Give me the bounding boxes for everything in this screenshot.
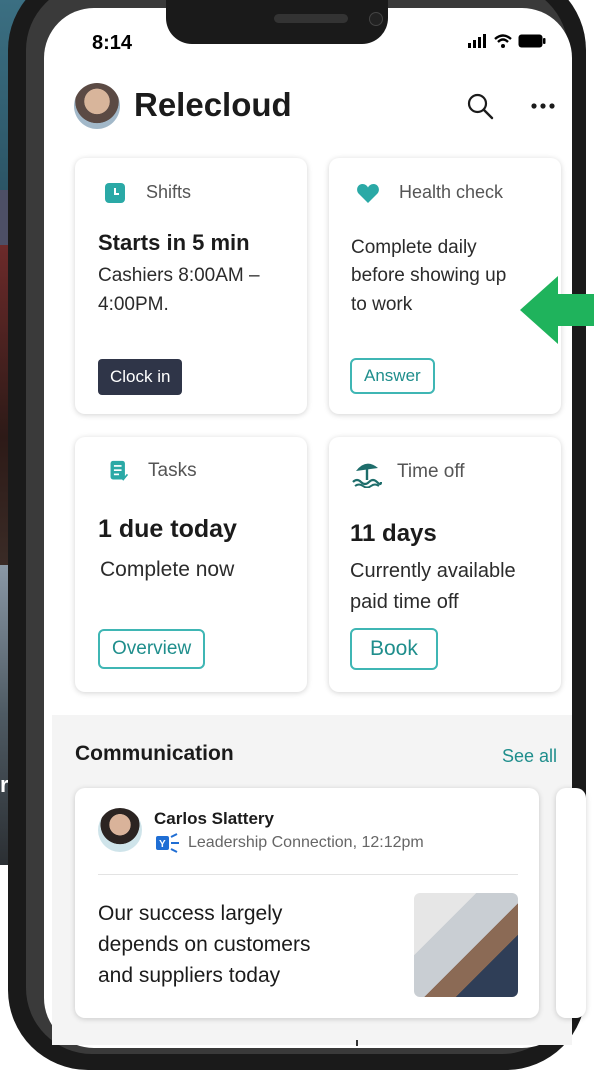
post-meta: Leadership Connection, 12:12pm (188, 834, 424, 851)
post-body-line3: and suppliers today (98, 964, 281, 987)
post-divider (98, 874, 518, 875)
tasks-label: Tasks (148, 460, 197, 481)
speaker (274, 14, 348, 23)
health-check-label: Health check (399, 182, 504, 202)
post-image[interactable] (414, 893, 518, 997)
next-post-card-peek[interactable] (556, 788, 586, 1018)
time-off-heading: 11 days (350, 520, 437, 547)
post-body-line1: Our success largely (98, 902, 283, 925)
battery-icon (518, 34, 546, 48)
post-body-line2: depends on customers (98, 933, 311, 956)
signal-icon (468, 34, 486, 48)
wifi-icon (494, 34, 512, 48)
calendar-icon (105, 183, 125, 203)
beach-icon (352, 463, 382, 488)
health-check-line3: to work (351, 294, 413, 315)
shifts-label: Shifts (146, 182, 192, 202)
book-button[interactable]: Book (350, 628, 438, 670)
overview-button[interactable]: Overview (98, 629, 206, 669)
status-time: 8:14 (92, 32, 133, 54)
more-icon[interactable] (530, 102, 556, 110)
tasks-subtext: Complete now (100, 558, 235, 581)
see-all-link[interactable]: See all (502, 746, 557, 767)
home-indicator (356, 1040, 358, 1046)
tasks-icon (110, 460, 129, 481)
answer-button[interactable]: Answer (350, 358, 435, 394)
status-icons (468, 34, 546, 48)
search-icon[interactable] (466, 92, 494, 120)
user-avatar[interactable] (74, 83, 120, 129)
tasks-heading: 1 due today (98, 515, 237, 543)
time-off-line2: paid time off (350, 591, 459, 613)
post-body: Our success largely depends on customers… (98, 898, 398, 991)
shifts-detail-line1: Cashiers 8:00AM – (98, 265, 260, 286)
shifts-heading: Starts in 5 min (98, 230, 250, 255)
clock-in-button[interactable]: Clock in (98, 359, 183, 395)
health-check-line1: Complete daily (351, 237, 477, 258)
arrow-left-icon (520, 276, 594, 344)
author-avatar (98, 808, 142, 852)
app-title: Relecloud (134, 86, 292, 123)
front-camera (369, 12, 383, 26)
communication-title: Communication (75, 742, 234, 765)
post-author: Carlos Slattery (154, 809, 274, 828)
time-off-label: Time off (397, 461, 465, 482)
time-off-line1: Currently available (350, 560, 516, 582)
shifts-detail-line2: 4:00PM. (98, 294, 169, 315)
heart-icon (357, 184, 379, 203)
health-check-line2: before showing up (351, 265, 507, 286)
svg-text:Y: Y (159, 839, 166, 850)
yammer-icon: Y (156, 833, 179, 853)
